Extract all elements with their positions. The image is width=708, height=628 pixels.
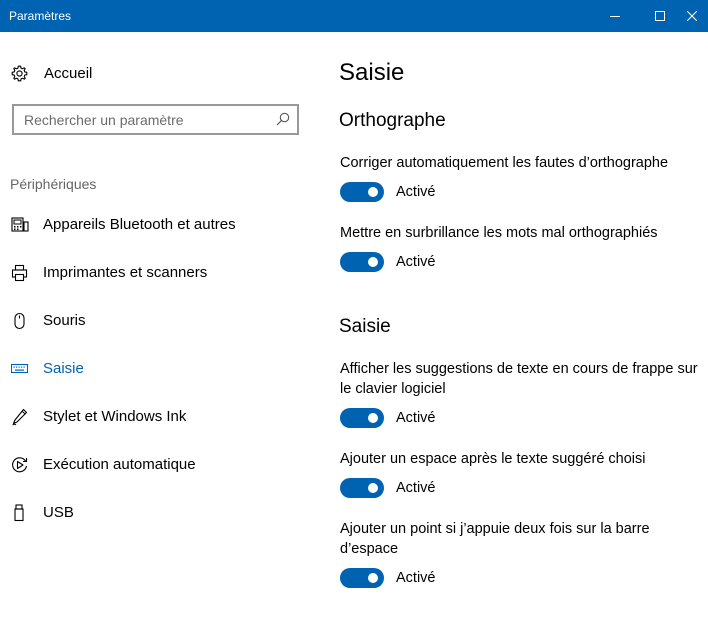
search-placeholder: Rechercher un paramètre [24,112,184,128]
add-space-toggle[interactable] [340,478,384,498]
sidebar-item-label: Stylet et Windows Ink [43,408,187,425]
setting-double-space-period: Activé [340,567,540,589]
sidebar-home-label: Accueil [44,65,93,82]
search-icon[interactable] [276,112,290,131]
printer-icon [11,264,29,282]
double-space-period-toggle[interactable] [340,568,384,588]
toggle-state-label: Activé [396,410,436,426]
minimize-icon [610,16,620,17]
toggle-knob [368,573,378,583]
main-content: Saisie Orthographe Corriger automatiquem… [320,32,708,628]
sidebar-section-label: Périphériques [10,176,97,192]
pen-icon [11,408,29,426]
bluetooth-devices-icon [11,216,29,234]
close-icon [687,11,697,21]
sidebar-home[interactable]: Accueil [0,58,320,88]
sidebar-item-pen[interactable]: Stylet et Windows Ink [0,402,320,432]
sidebar-item-label: Imprimantes et scanners [43,264,208,281]
setting-highlight: Activé [340,251,540,273]
suggestions-toggle[interactable] [340,408,384,428]
section-heading-saisie: Saisie [339,316,391,337]
close-button[interactable] [683,0,708,32]
setting-label-highlight: Mettre en surbrillance les mots mal orth… [340,225,658,241]
toggle-state-label: Activé [396,480,436,496]
sidebar-item-usb[interactable]: USB [0,498,320,528]
title-bar: Paramètres [0,0,708,32]
setting-label-add-space: Ajouter un espace après le texte suggéré… [340,451,646,467]
setting-autocorrect: Activé [340,181,540,203]
toggle-state-label: Activé [396,570,436,586]
maximize-icon [655,11,665,21]
sidebar-item-label: Appareils Bluetooth et autres [43,216,236,233]
window-title: Paramètres [9,9,72,23]
mouse-icon [11,312,29,330]
sidebar-item-autoplay[interactable]: Exécution automatique [0,450,320,480]
search-input[interactable]: Rechercher un paramètre [12,104,299,135]
sidebar-item-label: Souris [43,312,86,329]
setting-suggestions: Activé [340,407,540,429]
setting-label-autocorrect: Corriger automatiquement les fautes d’or… [340,155,669,171]
sidebar-item-typing[interactable]: Saisie [0,354,320,384]
toggle-knob [368,413,378,423]
page-title: Saisie [339,59,405,86]
toggle-knob [368,483,378,493]
autoplay-icon [11,456,29,474]
sidebar-item-label: Exécution automatique [43,456,196,473]
keyboard-icon [10,360,29,378]
sidebar-item-label: USB [43,504,74,521]
toggle-knob [368,257,378,267]
sidebar-item-label: Saisie [43,360,84,377]
autocorrect-toggle[interactable] [340,182,384,202]
sidebar-item-printers[interactable]: Imprimantes et scanners [0,258,320,288]
sidebar: Accueil Rechercher un paramètre Périphér… [0,32,320,628]
gear-icon [11,65,28,87]
sidebar-item-mouse[interactable]: Souris [0,306,320,336]
toggle-state-label: Activé [396,184,436,200]
highlight-toggle[interactable] [340,252,384,272]
toggle-knob [368,187,378,197]
sidebar-item-bluetooth[interactable]: Appareils Bluetooth et autres [0,210,320,240]
minimize-button[interactable] [592,0,638,32]
setting-add-space: Activé [340,477,540,499]
setting-label-double-space-period: Ajouter un point si j’appuie deux fois s… [340,521,650,557]
section-heading-orthographe: Orthographe [339,110,446,131]
setting-label-suggestions: Afficher les suggestions de texte en cou… [340,361,698,397]
maximize-button[interactable] [637,0,683,32]
usb-icon [11,504,29,522]
toggle-state-label: Activé [396,254,436,270]
